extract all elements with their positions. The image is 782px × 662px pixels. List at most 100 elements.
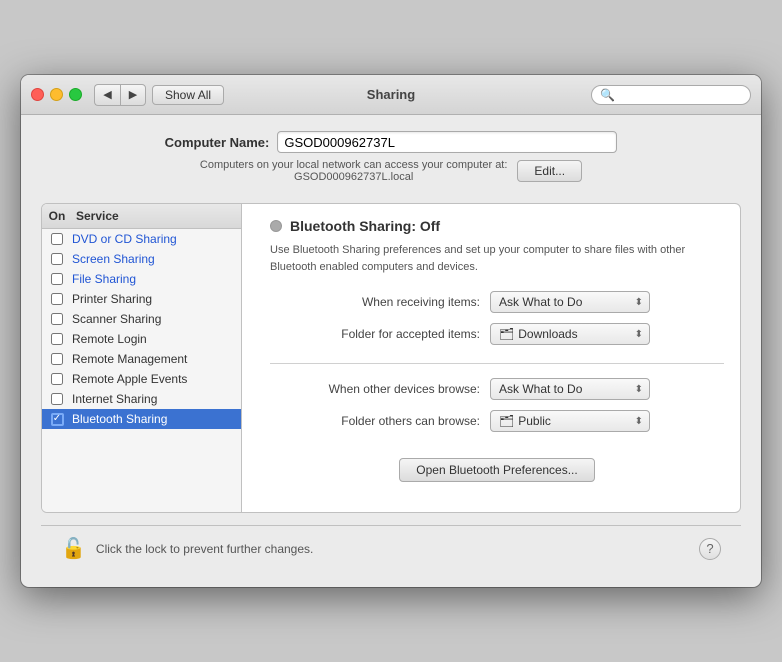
computer-name-info-line2: GSOD000962737L.local xyxy=(294,171,413,183)
folder-accepted-arrow-icon: ⬍ xyxy=(635,329,643,340)
detail-panel: Bluetooth Sharing: Off Use Bluetooth Sha… xyxy=(254,204,740,512)
folder-browse-row: Folder others can browse: 🗂 Public ⬍ xyxy=(270,410,724,432)
status-dot xyxy=(270,220,282,232)
when-receiving-control: Ask What to Do ⬍ xyxy=(490,291,650,313)
remote-events-checkbox[interactable] xyxy=(51,373,63,385)
folder-accepted-label: Folder for accepted items: xyxy=(270,327,490,341)
maximize-button[interactable] xyxy=(69,88,82,101)
service-item-internet[interactable]: Internet Sharing xyxy=(42,389,241,409)
remote-mgmt-checkbox[interactable] xyxy=(51,353,63,365)
service-name-remote-mgmt: Remote Management xyxy=(72,352,241,366)
folder-browse-dropdown[interactable]: 🗂 Public ⬍ xyxy=(490,410,650,432)
minimize-button[interactable] xyxy=(50,88,63,101)
bottom-bar: 🔓 Click the lock to prevent further chan… xyxy=(41,525,741,571)
detail-description: Use Bluetooth Sharing preferences and se… xyxy=(270,242,724,275)
service-item-screen[interactable]: Screen Sharing xyxy=(42,249,241,269)
when-receiving-dropdown[interactable]: Ask What to Do ⬍ xyxy=(490,291,650,313)
service-name-file: File Sharing xyxy=(72,272,241,286)
computer-name-info: Computers on your local network can acce… xyxy=(200,159,508,183)
computer-name-info-row: Computers on your local network can acce… xyxy=(151,159,631,183)
lock-text: Click the lock to prevent further change… xyxy=(96,542,313,556)
folder-browse-label: Folder others can browse: xyxy=(270,414,490,428)
dvd-checkbox[interactable] xyxy=(51,233,63,245)
search-input[interactable] xyxy=(619,88,742,102)
service-checkbox-file[interactable] xyxy=(42,273,72,285)
show-all-button[interactable]: Show All xyxy=(152,85,224,105)
service-name-screen: Screen Sharing xyxy=(72,252,241,266)
computer-name-info-line1: Computers on your local network can acce… xyxy=(200,159,508,171)
folder-browse-control: 🗂 Public ⬍ xyxy=(490,410,650,432)
when-browse-value: Ask What to Do xyxy=(499,382,582,396)
detail-header: Bluetooth Sharing: Off xyxy=(270,218,724,234)
service-item-dvd[interactable]: DVD or CD Sharing xyxy=(42,229,241,249)
computer-name-input[interactable] xyxy=(277,131,617,153)
service-name-internet: Internet Sharing xyxy=(72,392,241,406)
search-icon: 🔍 xyxy=(600,88,615,102)
when-browse-row: When other devices browse: Ask What to D… xyxy=(270,378,724,400)
forward-button[interactable]: ▶ xyxy=(120,84,146,106)
close-button[interactable] xyxy=(31,88,44,101)
folder-accepted-dropdown[interactable]: 🗂 Downloads ⬍ xyxy=(490,323,650,345)
service-checkbox-internet[interactable] xyxy=(42,393,72,405)
service-checkbox-printer[interactable] xyxy=(42,293,72,305)
computer-name-row: Computer Name: xyxy=(165,131,618,153)
back-button[interactable]: ◀ xyxy=(94,84,120,106)
service-checkbox-scanner[interactable] xyxy=(42,313,72,325)
computer-name-label: Computer Name: xyxy=(165,135,270,150)
detail-title: Bluetooth Sharing: Off xyxy=(290,218,440,234)
screen-checkbox[interactable] xyxy=(51,253,63,265)
col-service-header: Service xyxy=(72,209,241,223)
service-name-dvd: DVD or CD Sharing xyxy=(72,232,241,246)
service-name-bluetooth: Bluetooth Sharing xyxy=(72,412,241,426)
service-item-remote-events[interactable]: Remote Apple Events xyxy=(42,369,241,389)
separator xyxy=(270,363,724,364)
open-bluetooth-prefs-button[interactable]: Open Bluetooth Preferences... xyxy=(399,458,594,482)
file-checkbox[interactable] xyxy=(51,273,63,285)
folder-browse-icon: 🗂 xyxy=(499,414,514,428)
lock-icon[interactable]: 🔓 xyxy=(61,536,86,561)
when-receiving-value: Ask What to Do xyxy=(499,295,582,309)
computer-name-section: Computer Name: Computers on your local n… xyxy=(41,131,741,189)
service-name-scanner: Scanner Sharing xyxy=(72,312,241,326)
when-receiving-label: When receiving items: xyxy=(270,295,490,309)
service-item-remote-mgmt[interactable]: Remote Management xyxy=(42,349,241,369)
service-name-remote-login: Remote Login xyxy=(72,332,241,346)
when-receiving-row: When receiving items: Ask What to Do ⬍ xyxy=(270,291,724,313)
services-list: On Service DVD or CD Sharing Screen Shar… xyxy=(42,204,242,512)
traffic-lights xyxy=(31,88,82,101)
service-item-scanner[interactable]: Scanner Sharing xyxy=(42,309,241,329)
remote-login-checkbox[interactable] xyxy=(51,333,63,345)
folder-accepted-icon: 🗂 xyxy=(499,327,514,341)
service-item-file[interactable]: File Sharing xyxy=(42,269,241,289)
service-item-remote-login[interactable]: Remote Login xyxy=(42,329,241,349)
folder-accepted-row: Folder for accepted items: 🗂 Downloads ⬍ xyxy=(270,323,724,345)
service-item-printer[interactable]: Printer Sharing xyxy=(42,289,241,309)
search-box[interactable]: 🔍 xyxy=(591,85,751,105)
edit-button[interactable]: Edit... xyxy=(517,160,582,182)
when-browse-arrow-icon: ⬍ xyxy=(635,384,643,395)
nav-buttons: ◀ ▶ xyxy=(94,84,146,106)
folder-accepted-value: Downloads xyxy=(518,327,577,341)
window-title: Sharing xyxy=(367,87,415,102)
main-panel: On Service DVD or CD Sharing Screen Shar… xyxy=(41,203,741,513)
when-browse-control: Ask What to Do ⬍ xyxy=(490,378,650,400)
service-checkbox-remote-mgmt[interactable] xyxy=(42,353,72,365)
service-checkbox-remote-login[interactable] xyxy=(42,333,72,345)
folder-browse-value: Public xyxy=(518,414,551,428)
sharing-window: ◀ ▶ Show All Sharing 🔍 Computer Name: Co… xyxy=(21,75,761,587)
when-browse-label: When other devices browse: xyxy=(270,382,490,396)
when-browse-dropdown[interactable]: Ask What to Do ⬍ xyxy=(490,378,650,400)
titlebar: ◀ ▶ Show All Sharing 🔍 xyxy=(21,75,761,115)
folder-browse-arrow-icon: ⬍ xyxy=(635,416,643,427)
services-header: On Service xyxy=(42,204,241,229)
service-checkbox-screen[interactable] xyxy=(42,253,72,265)
internet-checkbox[interactable] xyxy=(51,393,63,405)
service-checkbox-dvd[interactable] xyxy=(42,233,72,245)
printer-checkbox[interactable] xyxy=(51,293,63,305)
help-button[interactable]: ? xyxy=(699,538,721,560)
service-name-remote-events: Remote Apple Events xyxy=(72,372,241,386)
service-checkbox-bluetooth[interactable] xyxy=(42,413,72,426)
service-item-bluetooth[interactable]: Bluetooth Sharing xyxy=(42,409,241,429)
scanner-checkbox[interactable] xyxy=(51,313,63,325)
service-checkbox-remote-events[interactable] xyxy=(42,373,72,385)
